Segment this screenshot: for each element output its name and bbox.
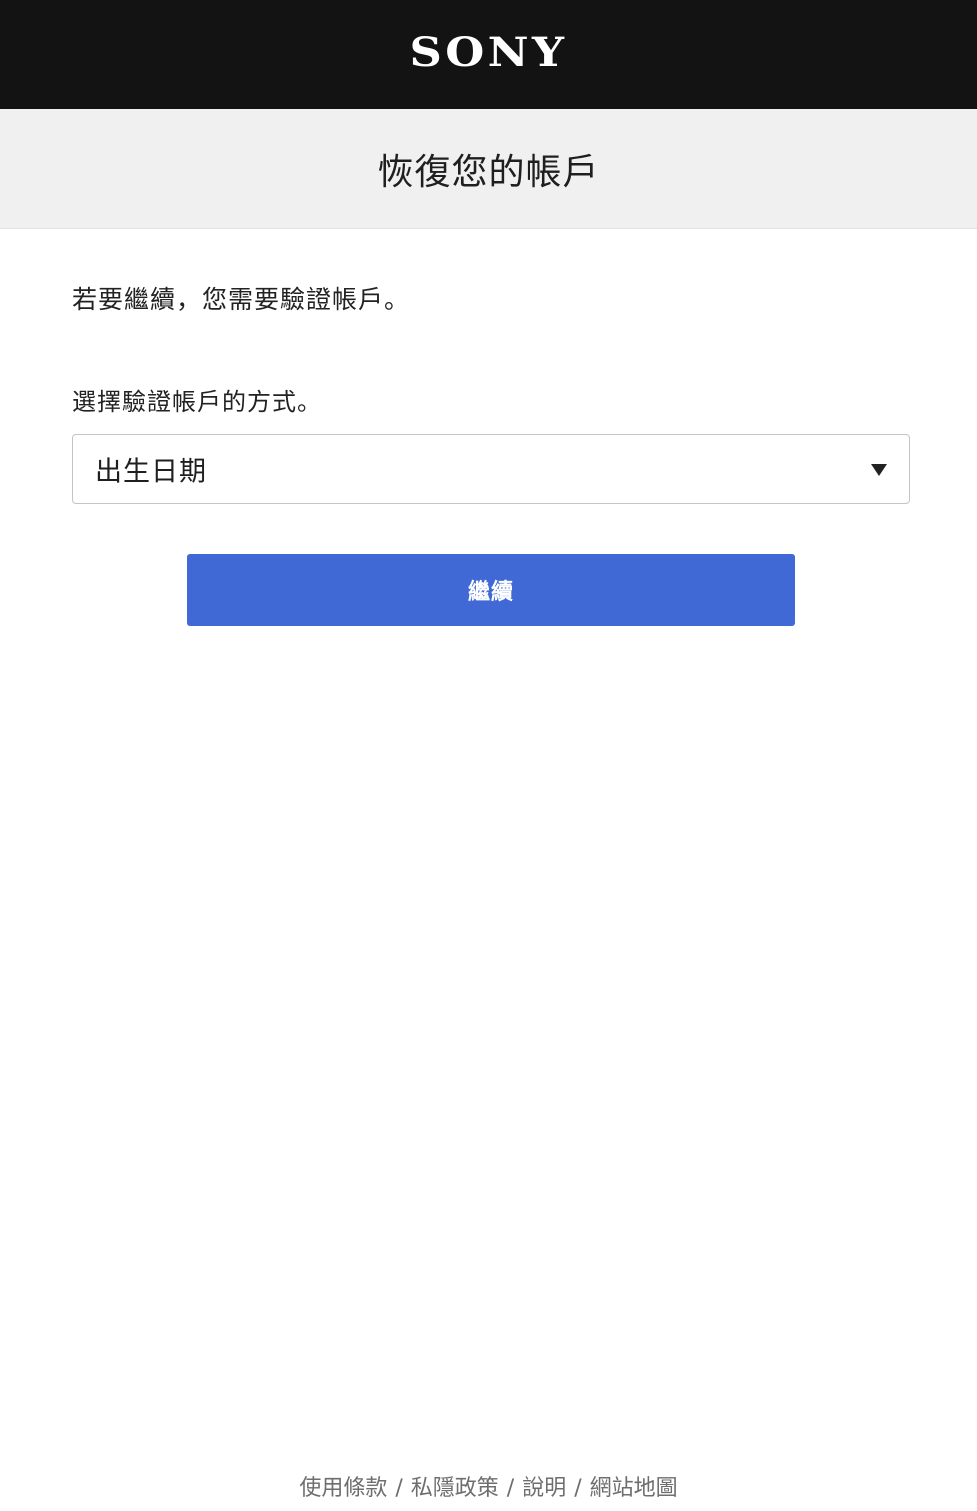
- verification-method-select[interactable]: 出生日期: [72, 434, 910, 504]
- footer-link-privacy[interactable]: 私隱政策: [411, 1476, 499, 1501]
- title-bar: 恢復您的帳戶: [0, 109, 977, 229]
- verification-method-label: 選擇驗證帳戶的方式。: [72, 388, 322, 416]
- intro-text: 若要繼續，您需要驗證帳戶。: [72, 285, 411, 314]
- sony-logo[interactable]: SONY: [410, 29, 568, 76]
- footer-link-terms[interactable]: 使用條款: [299, 1476, 387, 1501]
- footer-separator: /: [395, 1476, 403, 1501]
- dropdown-caret-icon: [871, 464, 887, 476]
- footer-link-sitemap[interactable]: 網站地圖: [590, 1476, 678, 1501]
- footer-separator: /: [574, 1476, 582, 1501]
- footer-separator: /: [506, 1476, 515, 1501]
- top-bar: SONY: [0, 0, 977, 109]
- continue-button[interactable]: 繼續: [187, 554, 795, 626]
- verification-method-selected-value: 出生日期: [95, 456, 207, 488]
- footer-link-help[interactable]: 說明: [522, 1476, 566, 1501]
- footer-links: 使用條款 / 私隱政策 / 說明 / 網站地圖: [0, 1470, 977, 1502]
- page-title: 恢復您的帳戶: [377, 151, 600, 193]
